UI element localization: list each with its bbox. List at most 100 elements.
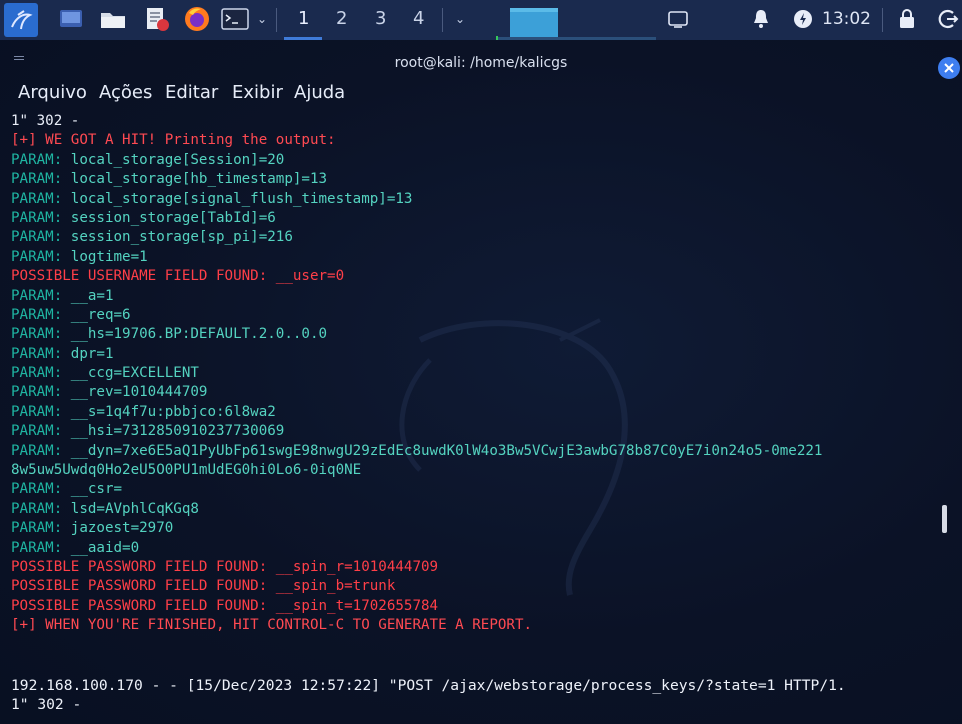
menu-bar: Arquivo Ações Editar Exibir Ajuda — [0, 80, 962, 110]
chevron-down-icon[interactable]: ⌄ — [254, 6, 270, 32]
text-editor-icon[interactable] — [142, 6, 170, 32]
menu-editar[interactable]: Editar — [165, 82, 218, 103]
hit-text: WHEN YOU'RE FINISHED, HIT CONTROL-C TO G… — [36, 617, 533, 634]
param-value: dpr=1 — [62, 345, 114, 362]
panel-separator — [882, 8, 883, 32]
alert-text: POSSIBLE PASSWORD FIELD FOUND: __spin_r=… — [11, 558, 439, 575]
terminal-line: PARAM: __hs=19706.BP:DEFAULT.2.0..0.0 — [11, 325, 941, 344]
terminal-line: PARAM: __dyn=7xe6E5aQ1PyUbFp61swgE98nwgU… — [11, 442, 941, 461]
hit-text: WE GOT A HIT! Printing the output: — [36, 132, 336, 149]
param-label: PARAM: — [11, 287, 63, 304]
workspace-3[interactable]: 3 — [375, 8, 386, 29]
param-label: PARAM: — [11, 481, 63, 498]
kali-menu-icon[interactable] — [4, 3, 38, 37]
param-label: PARAM: — [11, 326, 63, 343]
terminal-line: PARAM: lsd=AVphlCqKGq8 — [11, 500, 941, 519]
menu-arquivo[interactable]: Arquivo — [18, 82, 87, 103]
param-label: PARAM: — [11, 209, 63, 226]
param-label: PARAM: — [11, 306, 63, 323]
terminal-line: PARAM: session_storage[TabId]=6 — [11, 209, 941, 228]
param-value: local_storage[Session]=20 — [62, 151, 285, 168]
terminal-line: PARAM: __aaid=0 — [11, 539, 941, 558]
terminal-line: [+] WE GOT A HIT! Printing the output: — [11, 131, 941, 150]
terminal-line: PARAM: dpr=1 — [11, 345, 941, 364]
param-value: __a=1 — [62, 287, 114, 304]
window-icon[interactable] — [666, 6, 690, 32]
window-title: root@kali: /home/kalicgs — [394, 55, 568, 71]
terminal-output[interactable]: 1" 302 - [+] WE GOT A HIT! Printing the o… — [11, 112, 941, 636]
menu-ajuda[interactable]: Ajuda — [294, 82, 345, 103]
terminal-line: PARAM: session_storage[sp_pi]=216 — [11, 228, 941, 247]
terminal-line: POSSIBLE USERNAME FIELD FOUND: __user=0 — [11, 267, 941, 286]
terminal-line: 1" 302 - — [11, 696, 82, 714]
param-value: __csr= — [62, 481, 123, 498]
param-value: session_storage[TabId]=6 — [62, 209, 276, 226]
clock[interactable]: 13:02 — [822, 9, 871, 29]
terminal-icon[interactable] — [220, 6, 250, 32]
param-value: __dyn=7xe6E5aQ1PyUbFp61swgE98nwgU29zEdEc… — [62, 442, 823, 459]
terminal-line: PARAM: __hsi=7312850910237730069 — [11, 422, 941, 441]
param-value: __rev=1010444709 — [62, 384, 208, 401]
terminal-line: PARAM: __req=6 — [11, 306, 941, 325]
param-label: PARAM: — [11, 345, 63, 362]
terminal-text: 1" 302 - — [11, 113, 80, 129]
menu-exibir[interactable]: Exibir — [232, 82, 283, 103]
param-label: PARAM: — [11, 423, 63, 440]
terminal-line: PARAM: __a=1 — [11, 287, 941, 306]
menu-acoes[interactable]: Ações — [99, 82, 152, 103]
param-label: PARAM: — [11, 151, 63, 168]
param-label: PARAM: — [11, 365, 63, 382]
param-label: PARAM: — [11, 442, 63, 459]
terminal-line: PARAM: local_storage[hb_timestamp]=13 — [11, 170, 941, 189]
panel-separator — [276, 8, 277, 32]
logout-icon[interactable] — [936, 6, 960, 32]
notification-bell-icon[interactable] — [750, 6, 772, 32]
hit-prefix: [+] — [11, 132, 37, 149]
alert-text: POSSIBLE USERNAME FIELD FOUND: __user=0 — [11, 268, 345, 285]
panel-separator — [442, 8, 443, 32]
param-label: PARAM: — [11, 403, 63, 420]
terminal-line: PARAM: logtime=1 — [11, 248, 941, 267]
lock-icon[interactable] — [896, 6, 918, 32]
param-label: PARAM: — [11, 384, 63, 401]
terminal-line: PARAM: jazoest=2970 — [11, 519, 941, 538]
terminal-line: 1" 302 - — [11, 112, 941, 131]
param-label: PARAM: — [11, 171, 63, 188]
terminal-line: PARAM: __ccg=EXCELLENT — [11, 364, 941, 383]
param-value: __aaid=0 — [62, 539, 140, 556]
terminal-line: PARAM: local_storage[Session]=20 — [11, 151, 941, 170]
param-value: __ccg=EXCELLENT — [62, 365, 199, 382]
param-label: PARAM: — [11, 190, 63, 207]
param-value: logtime=1 — [62, 248, 148, 265]
terminal-bottom-output[interactable]: 192.168.100.170 - - [15/Dec/2023 12:57:2… — [11, 676, 951, 715]
terminal-line: [+] WHEN YOU'RE FINISHED, HIT CONTROL-C … — [11, 616, 941, 635]
param-label: PARAM: — [11, 500, 63, 517]
param-value: __hs=19706.BP:DEFAULT.2.0..0.0 — [62, 326, 328, 343]
workspace-4[interactable]: 4 — [413, 8, 424, 29]
power-manager-icon[interactable] — [792, 6, 814, 32]
param-value: local_storage[hb_timestamp]=13 — [62, 171, 328, 188]
show-desktop-icon[interactable] — [58, 6, 84, 32]
terminal-window: root@kali: /home/kalicgs Arquivo Ações E… — [0, 40, 962, 724]
window-titlebar[interactable]: root@kali: /home/kalicgs — [0, 40, 962, 80]
workspace-1[interactable]: 1 — [298, 8, 309, 29]
cpu-graph — [494, 6, 656, 40]
terminal-line: POSSIBLE PASSWORD FIELD FOUND: __spin_b=… — [11, 577, 941, 596]
alert-text: POSSIBLE PASSWORD FIELD FOUND: __spin_b=… — [11, 578, 396, 595]
param-value: jazoest=2970 — [62, 520, 174, 537]
terminal-line: PARAM: __s=1q4f7u:pbbjco:6l8wa2 — [11, 403, 941, 422]
alert-text: POSSIBLE PASSWORD FIELD FOUND: __spin_t=… — [11, 597, 439, 614]
terminal-line: POSSIBLE PASSWORD FIELD FOUND: __spin_t=… — [11, 597, 941, 616]
scrollbar-thumb[interactable] — [942, 505, 947, 533]
workspace-2[interactable]: 2 — [336, 8, 347, 29]
param-value: session_storage[sp_pi]=216 — [62, 229, 293, 246]
param-label: PARAM: — [11, 520, 63, 537]
param-label: PARAM: — [11, 248, 63, 265]
param-value: __req=6 — [62, 306, 131, 323]
close-button[interactable] — [938, 57, 960, 79]
param-value: lsd=AVphlCqKGq8 — [62, 500, 199, 517]
chevron-down-icon[interactable]: ⌄ — [452, 6, 468, 32]
terminal-line: PARAM: __rev=1010444709 — [11, 383, 941, 402]
firefox-icon[interactable] — [182, 6, 212, 32]
file-manager-icon[interactable] — [98, 6, 128, 32]
